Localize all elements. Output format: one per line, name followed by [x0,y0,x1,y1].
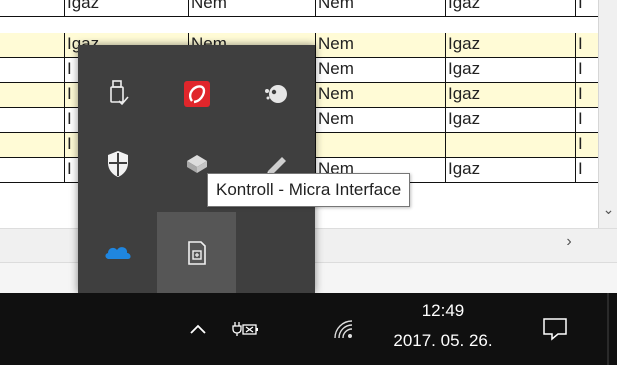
document-app-icon[interactable] [157,212,236,293]
table-cell[interactable]: Igaz [445,158,575,182]
power-plug-icon[interactable] [222,293,268,365]
table-cell[interactable]: Nem [188,0,315,16]
tooltip: Kontroll - Micra Interface [207,173,411,207]
clock-date: 2017. 05. 26. [393,331,493,350]
scroll-right-arrow-icon[interactable]: › [560,233,578,251]
taskbar-clock[interactable]: 12:49 2017. 05. 26. [370,293,516,365]
vertical-scrollbar[interactable]: ⌄ [598,0,617,228]
chevron-up-icon[interactable] [178,293,218,365]
table-cell[interactable]: Igaz [445,58,575,82]
onedrive-cloud-icon[interactable] [78,212,157,293]
table-cell[interactable]: Igaz [445,0,575,16]
table-cell[interactable]: I [575,33,600,57]
clock-time: 12:49 [421,301,465,320]
table-cell[interactable]: Igaz [445,108,575,132]
table-cell[interactable]: I [575,58,600,82]
table-cell[interactable]: Igaz [445,83,575,107]
show-desktop-divider[interactable] [607,293,609,365]
usb-safely-remove-icon[interactable] [78,53,157,134]
table-cell[interactable]: Nem [315,58,445,82]
network-blob-icon[interactable] [236,53,315,134]
tray-overflow-flyout [78,45,315,293]
taskbar: 12:49 2017. 05. 26. [0,293,617,365]
table-cell[interactable]: I [575,108,600,132]
table-cell[interactable]: Nem [315,0,445,16]
notification-icon[interactable] [530,293,580,365]
table-cell[interactable]: Nem [315,33,445,57]
table-cell[interactable]: I [575,158,600,182]
table-cell[interactable]: I [575,0,600,16]
windows-security-shield-icon[interactable] [78,123,157,204]
table-cell[interactable] [315,133,445,157]
red-app-icon[interactable] [157,53,236,134]
table-cell[interactable] [445,133,575,157]
table-cell[interactable]: Igaz [64,0,188,16]
table-cell[interactable]: Nem [315,108,445,132]
table-row[interactable]: Igaz Nem Nem Igaz I [0,0,600,17]
table-cell[interactable]: I [575,133,600,157]
table-cell[interactable]: I [575,83,600,107]
wifi-icon[interactable] [323,293,363,365]
table-cell[interactable]: Nem [315,83,445,107]
scroll-down-arrow-icon[interactable]: ⌄ [599,200,617,218]
table-cell[interactable]: Igaz [445,33,575,57]
